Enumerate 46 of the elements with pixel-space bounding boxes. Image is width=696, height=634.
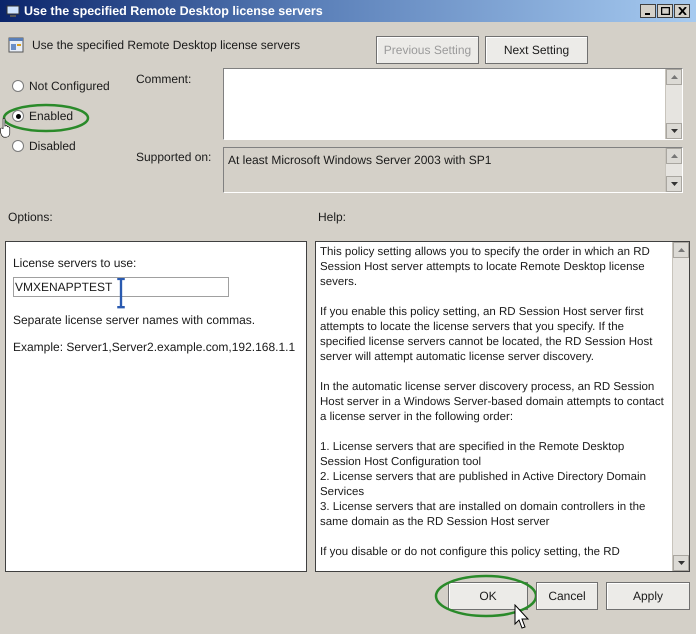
- help-paragraph: If you enable this policy setting, an RD Session Host server first attempts to locate the license servers that you specify. If the specified license servers cannot be located, the RD Session Host server will attempt automatic license server discovery.: [320, 305, 654, 365]
- radio-icon[interactable]: [12, 110, 24, 122]
- policy-icon: [8, 37, 24, 53]
- hand-cursor-icon: [0, 117, 11, 139]
- policy-title: Use the specified Remote Desktop license servers: [32, 37, 300, 54]
- text-cursor-icon: [116, 278, 126, 310]
- radio-icon[interactable]: [12, 140, 24, 152]
- supported-on-text: At least Microsoft Windows Server 2003 with SP1: [227, 152, 492, 169]
- supported-on-label: Supported on:: [136, 149, 212, 166]
- scroll-up-icon[interactable]: [673, 242, 689, 258]
- field-label: License servers to use:: [13, 255, 138, 272]
- scroll-down-icon[interactable]: [673, 555, 689, 571]
- radio-option[interactable]: Not Configured: [12, 77, 136, 95]
- dialog-button[interactable]: OK: [448, 582, 528, 610]
- help-paragraph: If you disable or do not configure this policy setting, the RD: [320, 545, 621, 560]
- scroll-up-icon[interactable]: [666, 69, 682, 85]
- input-field[interactable]: VMXENAPPTEST: [13, 277, 229, 297]
- dialog-button[interactable]: Apply: [606, 582, 690, 610]
- dialog-button[interactable]: Next Setting: [485, 36, 588, 64]
- maximize-icon[interactable]: [660, 7, 670, 15]
- scroll-up-icon[interactable]: [666, 148, 682, 164]
- help-paragraph: In the automatic license server discovery process, an RD Session Host server in a Windows Server-based domain attempts to contact a license server in the following order:: [320, 380, 665, 425]
- scroll-down-icon[interactable]: [666, 123, 682, 139]
- help-paragraph: 1. License servers that are specified in the Remote Desktop Session Host Configuration tool 2. License servers that are published in Active Directory Domain Services 3. License servers that are installed on domain controllers in the same domain as the RD Session Host server: [320, 440, 647, 530]
- arrow-cursor-icon: [514, 604, 530, 630]
- note-text: Separate license server names with commas.: [13, 312, 256, 329]
- scrollbar[interactable]: [665, 148, 682, 192]
- radio-icon[interactable]: [12, 80, 24, 92]
- scrollbar[interactable]: [665, 69, 682, 139]
- note-text: Example: Server1,Server2.example.com,192.168.1.1: [13, 339, 296, 356]
- comment-label: Comment:: [136, 71, 192, 88]
- minimize-button[interactable]: [640, 4, 656, 18]
- close-button[interactable]: [674, 4, 690, 18]
- comment-field[interactable]: [223, 68, 683, 140]
- window-title: Use the specified Remote Desktop license servers: [24, 2, 323, 20]
- radio-option[interactable]: Enabled: [12, 107, 136, 125]
- options-label: Options:: [8, 209, 54, 226]
- maximize-button[interactable]: [657, 4, 673, 18]
- help-label: Help:: [318, 209, 346, 226]
- dialog-button[interactable]: Cancel: [536, 582, 598, 610]
- scroll-down-icon[interactable]: [666, 176, 682, 192]
- radio-option[interactable]: Disabled: [12, 137, 136, 155]
- computer-icon: [6, 4, 20, 18]
- scrollbar[interactable]: [672, 242, 689, 571]
- close-icon[interactable]: [678, 7, 686, 15]
- help-paragraph: This policy setting allows you to specify the order in which an RD Session Host server attempts to locate Remote Desktop license severs.: [320, 245, 651, 290]
